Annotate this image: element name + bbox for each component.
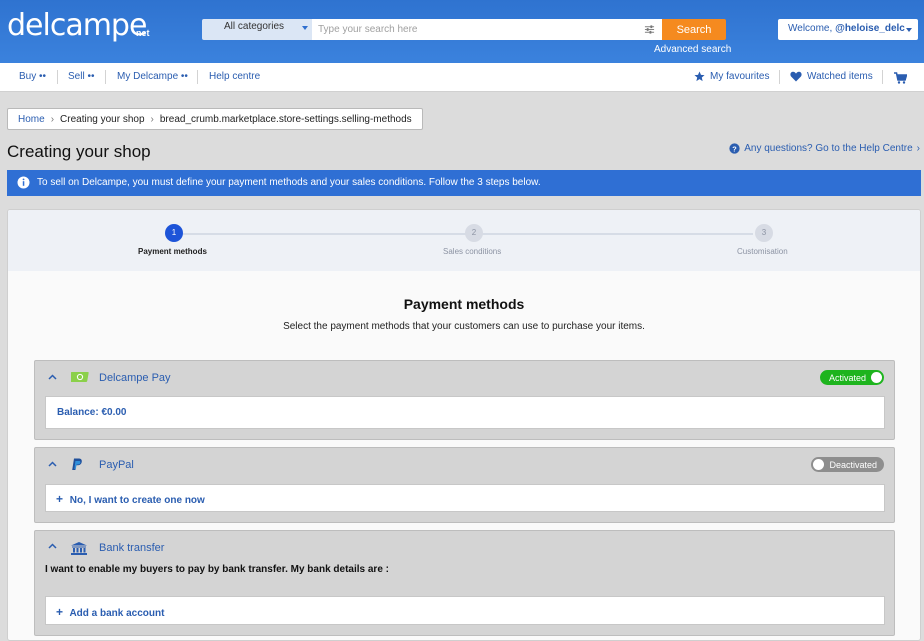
toggle-label: Activated — [828, 372, 866, 383]
search-input[interactable] — [312, 19, 662, 40]
info-banner-text: To sell on Delcampe, you must define you… — [37, 177, 541, 188]
account-menu[interactable]: Welcome, @heloise_delc — [778, 19, 918, 40]
favourites-link[interactable]: My favourites — [694, 71, 769, 82]
page-title: Creating your shop — [7, 142, 151, 161]
toggle-knob — [871, 372, 882, 383]
method-bank-transfer: Bank transfer I want to enable my buyers… — [34, 530, 895, 636]
site-header: delcampe net All categories Search Advan… — [0, 0, 924, 63]
progress-stepper: 1 Payment methods 2 Sales conditions 3 C… — [8, 210, 920, 271]
welcome-prefix: Welcome, — [788, 23, 833, 34]
bank-transfer-description: I want to enable my buyers to pay by ban… — [45, 564, 389, 575]
method-name: PayPal — [99, 459, 134, 471]
nav-divider — [882, 70, 883, 84]
star-icon — [694, 71, 705, 82]
site-logo[interactable]: delcampe — [7, 8, 147, 43]
info-icon — [17, 176, 30, 189]
method-header[interactable]: Bank transfer — [35, 531, 894, 561]
category-select-value: All categories — [224, 21, 285, 32]
filter-sliders-icon[interactable] — [644, 24, 655, 35]
create-paypal-label: No, I want to create one now — [69, 495, 205, 506]
question-circle-icon: ? — [729, 143, 740, 154]
shopping-cart-icon[interactable] — [894, 72, 907, 84]
chevron-down-icon — [906, 28, 912, 32]
chevron-up-icon[interactable] — [48, 543, 57, 549]
plus-icon: + — [56, 492, 64, 506]
search-bar: All categories Search — [202, 19, 726, 40]
create-paypal-link[interactable]: + No, I want to create one now — [45, 484, 885, 512]
shop-setup-card: 1 Payment methods 2 Sales conditions 3 C… — [7, 209, 921, 641]
nav-sell[interactable]: Sell •• — [68, 71, 94, 82]
plus-icon: + — [56, 605, 64, 619]
method-paypal: PayPal Deactivated + No, I want to creat… — [34, 447, 895, 523]
logo-suffix: net — [136, 28, 150, 38]
nav-divider — [779, 70, 780, 84]
step-1-label: Payment methods — [138, 247, 207, 256]
chevron-right-icon: › — [50, 113, 55, 125]
help-centre-link[interactable]: ? Any questions? Go to the Help Centre › — [729, 143, 920, 154]
welcome-username: @heloise_delc — [835, 23, 905, 34]
delcampe-pay-icon — [71, 372, 89, 382]
breadcrumb: Home › Creating your shop › bread_crumb.… — [7, 108, 423, 130]
nav-my-delcampe[interactable]: My Delcampe •• — [117, 71, 188, 82]
search-button[interactable]: Search — [662, 19, 726, 40]
chevron-up-icon[interactable] — [48, 374, 57, 380]
step-1-dot: 1 — [165, 224, 183, 242]
help-centre-label: Any questions? Go to the Help Centre — [744, 143, 913, 154]
add-bank-account-label: Add a bank account — [69, 608, 165, 619]
chevron-up-icon[interactable] — [48, 461, 57, 467]
chevron-right-icon: › — [150, 113, 154, 125]
activation-toggle[interactable]: Activated — [819, 370, 884, 385]
nav-help-centre[interactable]: Help centre — [209, 71, 260, 82]
nav-divider — [57, 70, 58, 84]
watched-items-link[interactable]: Watched items — [790, 71, 873, 82]
svg-text:?: ? — [732, 144, 737, 153]
breadcrumb-current: bread_crumb.marketplace.store-settings.s… — [159, 113, 412, 125]
paypal-icon — [72, 458, 82, 470]
step-2-label: Sales conditions — [443, 247, 502, 256]
nav-divider — [197, 70, 198, 84]
toggle-knob — [813, 459, 825, 470]
activation-toggle[interactable]: Deactivated — [811, 457, 884, 472]
method-delcampe-pay: Delcampe Pay Activated Balance: €0.00 — [34, 360, 895, 440]
main-nav: Buy •• Sell •• My Delcampe •• Help centr… — [0, 63, 924, 92]
breadcrumb-home[interactable]: Home — [18, 114, 45, 125]
chevron-down-icon — [302, 26, 308, 30]
favourites-label: My favourites — [710, 71, 770, 82]
step-3-label: Customisation — [737, 247, 788, 256]
nav-divider — [105, 70, 106, 84]
balance-text: Balance: €0.00 — [57, 407, 127, 418]
advanced-search-link[interactable]: Advanced search — [654, 44, 731, 55]
bank-icon — [71, 542, 87, 555]
section-subtitle: Select the payment methods that your cus… — [283, 321, 645, 332]
breadcrumb-creating-shop[interactable]: Creating your shop — [60, 114, 145, 125]
watched-items-label: Watched items — [807, 71, 873, 82]
method-name: Bank transfer — [99, 542, 165, 554]
heart-icon — [790, 71, 802, 82]
step-2-dot: 2 — [465, 224, 483, 242]
search-input-wrapper — [312, 19, 662, 40]
step-3-dot: 3 — [755, 224, 773, 242]
chevron-right-icon: › — [916, 143, 920, 154]
toggle-label: Deactivated — [829, 459, 877, 470]
method-name: Delcampe Pay — [99, 372, 171, 384]
nav-buy[interactable]: Buy •• — [19, 71, 46, 82]
method-header[interactable]: PayPal Deactivated — [35, 448, 894, 482]
balance-panel: Balance: €0.00 — [45, 396, 885, 429]
category-select[interactable]: All categories — [202, 19, 312, 40]
add-bank-account-link[interactable]: + Add a bank account — [45, 596, 885, 625]
method-header[interactable]: Delcampe Pay Activated — [35, 361, 894, 395]
info-banner: To sell on Delcampe, you must define you… — [7, 170, 921, 196]
section-title: Payment methods — [403, 296, 525, 312]
